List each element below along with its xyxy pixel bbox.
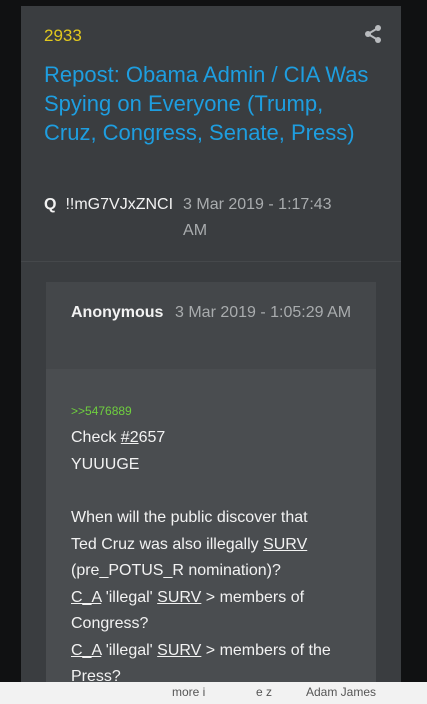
- quoted-post: Anonymous 3 Mar 2019 - 1:05:29 AM >>5476…: [46, 282, 376, 682]
- post-number[interactable]: 2933: [44, 26, 82, 46]
- quoted-post-body: >>5476889 Check #2657 YUUUGE When will t…: [71, 401, 371, 682]
- body-text: 'illegal': [101, 588, 158, 606]
- body-line: C_A 'illegal' SURV > members of: [71, 585, 371, 612]
- bottom-text: Adam James: [306, 685, 377, 699]
- share-icon[interactable]: [363, 24, 383, 44]
- quoted-date: 3 Mar 2019 - 1:05:29 AM: [175, 304, 352, 321]
- quoted-author: Anonymous: [71, 304, 164, 321]
- post-title: Repost: Obama Admin / CIA Was Spying on …: [44, 62, 369, 145]
- post-link[interactable]: #2: [121, 429, 139, 446]
- body-line: C_A 'illegal' SURV > members of the: [71, 638, 371, 665]
- body-text: Check: [71, 429, 121, 446]
- underlined-term: SURV: [157, 641, 202, 659]
- body-text: 657: [138, 429, 166, 446]
- screenshot-frame: 2933 Repost: Obama Admin / CIA Was Spyin…: [0, 0, 427, 704]
- underlined-term: SURV: [263, 535, 308, 553]
- body-line: When will the public discover that: [71, 509, 308, 526]
- body-line: Congress?: [71, 615, 149, 632]
- quoted-post-header: Anonymous 3 Mar 2019 - 1:05:29 AM: [46, 282, 376, 369]
- divider: [21, 261, 401, 262]
- underlined-term: C_A: [71, 641, 102, 659]
- bottom-text: e z: [256, 685, 273, 699]
- body-text: > members of the: [201, 641, 331, 659]
- body-line: (pre_POTUS_R nomination)?: [71, 562, 281, 579]
- bottom-text: more i: [172, 685, 206, 699]
- body-line: Press?: [71, 668, 121, 682]
- post-author: Q: [44, 196, 57, 213]
- post-author-row: Q !!mG7VJxZNCI 3 Mar 2019 - 1:17:43 AM: [44, 192, 384, 244]
- body-line: YUUUGE: [71, 455, 140, 473]
- reply-link[interactable]: >>5476889: [71, 401, 371, 421]
- body-text: 'illegal': [101, 641, 158, 659]
- body-line: Ted Cruz was also illegally SURV: [71, 532, 371, 559]
- body-line: Check #2657: [71, 425, 371, 452]
- post-tripcode: !!mG7VJxZNCI: [65, 196, 174, 213]
- body-text: > members of: [201, 588, 305, 606]
- bottom-strip: more i e z Adam James: [0, 682, 427, 704]
- underlined-term: C_A: [71, 588, 102, 606]
- body-text: Ted Cruz was also illegally: [71, 535, 264, 553]
- post-date: 3 Mar 2019 - 1:17:43 AM: [183, 196, 332, 239]
- post-card: 2933 Repost: Obama Admin / CIA Was Spyin…: [21, 6, 401, 682]
- underlined-term: SURV: [157, 588, 202, 606]
